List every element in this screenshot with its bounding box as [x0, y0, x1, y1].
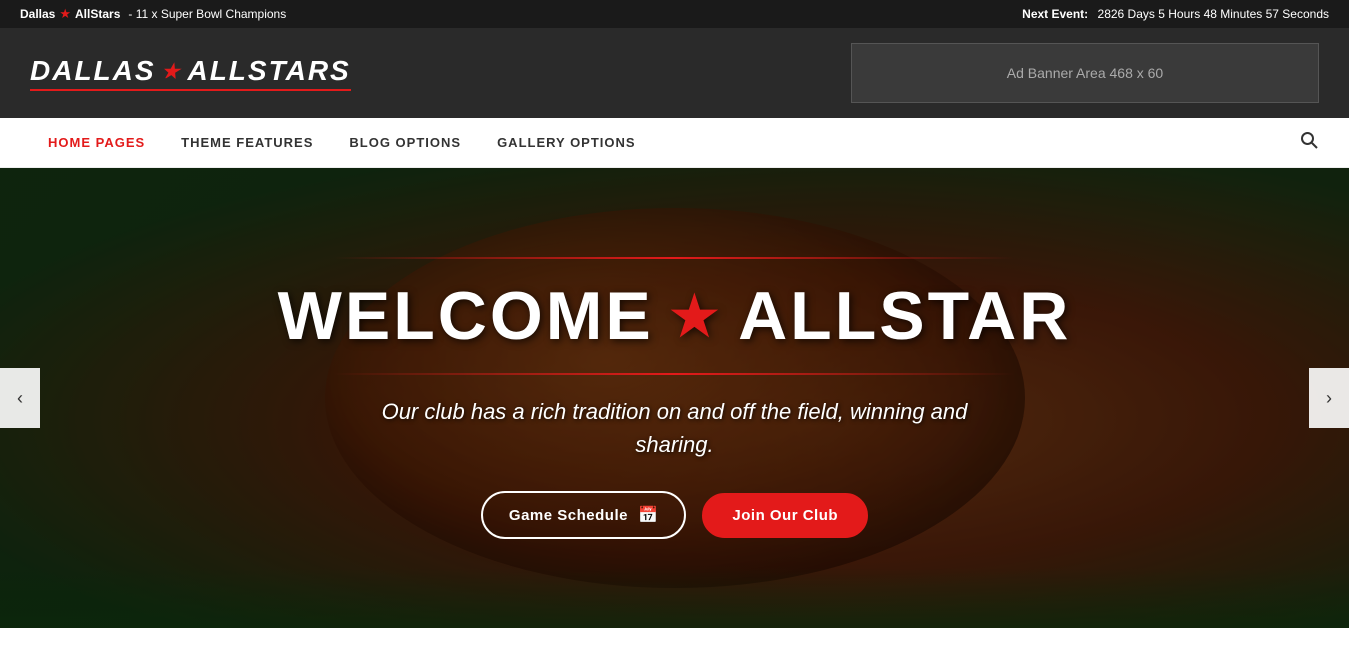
join-club-label: Join Our Club: [732, 507, 838, 524]
hero-line-top: [334, 257, 1014, 259]
slider-next-button[interactable]: ›: [1309, 368, 1349, 428]
hero-title: WELCOME ★ ALLSTAR: [278, 277, 1072, 355]
search-icon[interactable]: [1299, 130, 1319, 155]
nav-item-home-pages[interactable]: HOME PAGES: [30, 118, 163, 168]
nav-item-gallery-options[interactable]: GALLERY OPTIONS: [479, 118, 654, 168]
hero-line-bottom: [334, 373, 1014, 375]
header: DALLAS ★ ALLSTARS Ad Banner Area 468 x 6…: [0, 28, 1349, 118]
top-bar-star-icon: ★: [59, 6, 71, 22]
top-bar: Dallas ★ AllStars - 11 x Super Bowl Cham…: [0, 0, 1349, 28]
game-schedule-label: Game Schedule: [509, 507, 628, 524]
slider-prev-button[interactable]: ‹: [0, 368, 40, 428]
top-bar-brand-dallas: Dallas: [20, 7, 55, 21]
hero-title-star-icon: ★: [670, 284, 722, 348]
game-schedule-button[interactable]: Game Schedule 📅: [481, 491, 686, 539]
ad-banner-text: Ad Banner Area 468 x 60: [1007, 65, 1163, 81]
top-bar-left: Dallas ★ AllStars - 11 x Super Bowl Cham…: [20, 6, 286, 22]
logo-allstars: ALLSTARS: [187, 55, 350, 87]
hero-title-part2: ALLSTAR: [738, 277, 1071, 355]
nav-items: HOME PAGES THEME FEATURES BLOG OPTIONS G…: [30, 118, 654, 168]
hero-title-part1: WELCOME: [278, 277, 654, 355]
hero-grass: [0, 568, 1349, 628]
top-bar-right: Next Event: 2826 Days 5 Hours 48 Minutes…: [1022, 7, 1329, 21]
countdown-timer: 2826 Days 5 Hours 48 Minutes 57 Seconds: [1098, 7, 1329, 21]
logo-star-icon: ★: [162, 59, 182, 84]
hero-content: WELCOME ★ ALLSTAR Our club has a rich tr…: [278, 257, 1072, 539]
next-event-label: Next Event:: [1022, 7, 1088, 21]
hero-subtitle: Our club has a rich tradition on and off…: [364, 395, 984, 461]
top-bar-brand-allstars: AllStars: [75, 7, 120, 21]
top-bar-tagline: - 11 x Super Bowl Champions: [128, 7, 286, 21]
join-club-button[interactable]: Join Our Club: [702, 493, 868, 538]
logo-dallas: DALLAS: [30, 55, 156, 87]
calendar-icon: 📅: [638, 505, 658, 525]
ad-banner: Ad Banner Area 468 x 60: [851, 43, 1319, 103]
main-nav: HOME PAGES THEME FEATURES BLOG OPTIONS G…: [0, 118, 1349, 168]
nav-item-theme-features[interactable]: THEME FEATURES: [163, 118, 331, 168]
nav-item-blog-options[interactable]: BLOG OPTIONS: [331, 118, 479, 168]
logo-text: DALLAS ★ ALLSTARS: [30, 55, 351, 91]
hero-section: ‹ WELCOME ★ ALLSTAR Our club has a rich …: [0, 168, 1349, 628]
hero-buttons: Game Schedule 📅 Join Our Club: [278, 491, 1072, 539]
logo[interactable]: DALLAS ★ ALLSTARS: [30, 55, 351, 91]
